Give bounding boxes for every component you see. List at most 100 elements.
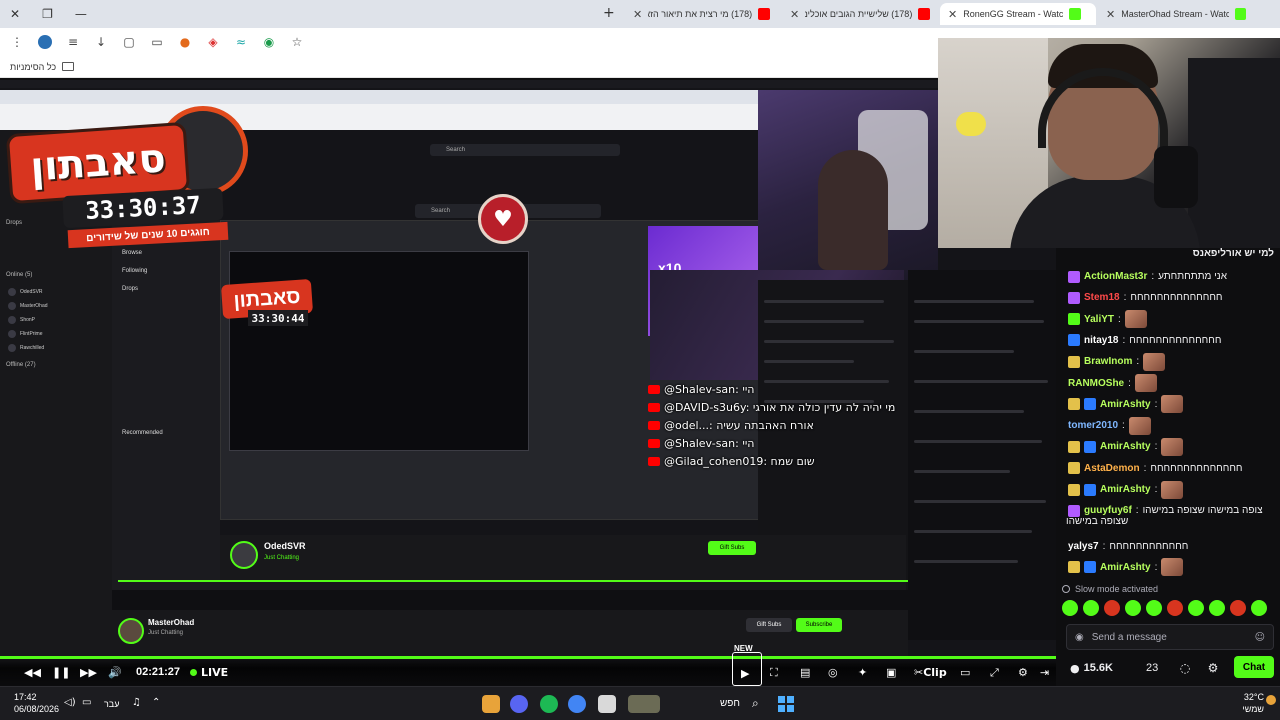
emote-icon[interactable] [1104, 600, 1120, 616]
chat-badge-icon [1068, 313, 1080, 326]
screen: ✕ ❐ — + ✕ (178) מי רצית את תיאור הזאת ✕ … [0, 0, 1280, 720]
reading-list-icon[interactable]: ≡ [66, 35, 80, 49]
forward-icon[interactable]: ▶▶ [80, 666, 97, 679]
extension-orange-icon[interactable]: ● [178, 35, 192, 49]
emoji-icon[interactable]: ☺ [1255, 632, 1265, 643]
profile-icon[interactable] [38, 35, 52, 49]
video-player[interactable]: Drops Online (5) OdedSVR MasterOhad Shon… [0, 80, 1056, 686]
close-tab-icon[interactable]: ✕ [948, 8, 957, 21]
tab-title: MasterOhad Stream - Watch Live on Kick [1121, 9, 1229, 19]
youtube-icon [648, 456, 660, 466]
theater-icon[interactable]: ▭ [960, 666, 970, 679]
chat-username[interactable]: AmirAshty [1100, 562, 1151, 573]
mic-icon[interactable]: ♫ [132, 697, 141, 708]
chat-username[interactable]: RANMOShe [1068, 378, 1124, 389]
crop-icon[interactable]: ⛶ [770, 666, 778, 680]
chat-username[interactable]: AstaDemon [1084, 463, 1140, 474]
close-tab-icon[interactable]: ✕ [633, 8, 642, 21]
chat-username[interactable]: YaliYT [1084, 314, 1114, 325]
bookmark-star-icon[interactable]: ☆ [290, 35, 304, 49]
close-tab-icon[interactable]: ✕ [790, 8, 799, 21]
search-highlight-icon[interactable] [628, 695, 660, 713]
tab-youtube-1[interactable]: ✕ (178) שלישיית הגובים אוכלים ג... [782, 3, 938, 25]
pip-icon[interactable]: ▣ [886, 666, 896, 679]
restore-window-icon[interactable]: ❐ [42, 7, 53, 21]
sparkle-icon[interactable]: ✦ [858, 666, 867, 679]
emote-icon[interactable] [1125, 600, 1141, 616]
chat-username[interactable]: Stem18 [1084, 292, 1120, 303]
clock[interactable]: 17:42 06/08/2026 [14, 691, 59, 715]
new-feature-highlight[interactable]: ▶ [732, 652, 762, 686]
rewind-icon[interactable]: ◀◀ [24, 666, 41, 679]
chat-username[interactable]: ActionMast3r [1084, 271, 1147, 282]
close-tab-icon[interactable]: ✕ [1106, 8, 1115, 21]
search-icon[interactable]: ⌕ [752, 696, 759, 711]
chat-settings-icon[interactable]: ◉ [1075, 632, 1084, 643]
new-tab-button[interactable]: + [603, 5, 615, 21]
volume-icon[interactable]: 🔊 [108, 666, 122, 679]
chat-username[interactable]: nitay18 [1084, 335, 1118, 346]
speaker-icon[interactable]: ◁) [64, 697, 76, 708]
file-explorer-icon[interactable] [598, 695, 616, 713]
fullscreen-icon[interactable]: ⤢ [990, 666, 999, 680]
spotify-icon[interactable] [540, 695, 558, 713]
minimize-window-icon[interactable]: — [75, 7, 87, 21]
language-indicator[interactable]: עבר [104, 699, 119, 709]
chrome-icon[interactable] [568, 695, 586, 713]
clock-time: 17:42 [14, 692, 37, 702]
cast-icon[interactable]: ▭ [150, 35, 164, 49]
windows-start-icon[interactable] [778, 696, 794, 712]
extension-teal-icon[interactable]: ≈ [234, 35, 248, 49]
clip-icon: ✂ [914, 666, 924, 679]
chat-username[interactable]: tomer2010 [1068, 420, 1118, 431]
settings-icon[interactable]: ⚙ [1206, 661, 1220, 675]
emote-icon[interactable] [1083, 600, 1099, 616]
chat-text: חחחחחחחחחחחחחח [1150, 462, 1243, 474]
emote-icon[interactable] [1230, 600, 1246, 616]
download-icon[interactable]: ↓ [94, 35, 108, 49]
emote-icon[interactable] [1209, 600, 1225, 616]
all-bookmarks-label[interactable]: כל הסימניות [10, 62, 56, 72]
emote-icon[interactable] [1062, 600, 1078, 616]
expand-icon[interactable]: ⇥ [1040, 666, 1049, 679]
pause-icon[interactable]: ❚❚ [52, 666, 70, 679]
extension-green-icon[interactable]: ◉ [262, 35, 276, 49]
emote-quickbar[interactable] [1062, 600, 1274, 618]
chat-separator: : [1128, 377, 1131, 389]
app-icon-1[interactable] [482, 695, 500, 713]
network-icon[interactable]: ▭ [82, 697, 91, 708]
extension-red-icon[interactable]: ◈ [206, 35, 220, 49]
chat-username[interactable]: AmirAshty [1100, 399, 1151, 410]
chat-username[interactable]: AmirAshty [1100, 484, 1151, 495]
chat-username[interactable]: yalys7 [1068, 541, 1099, 552]
settings-icon[interactable]: ⚙ [1018, 666, 1028, 679]
chat-username[interactable]: AmirAshty [1100, 441, 1151, 452]
nested-streamer-name: OdedSVR [264, 541, 306, 551]
tab-ronengg[interactable]: ✕ RonenGG Stream - Watch Live on Kick [940, 3, 1096, 25]
avatar [118, 618, 144, 644]
menu-dots-icon[interactable]: ⋮ [10, 35, 24, 49]
emote-icon[interactable] [1251, 600, 1267, 616]
taskbar-search-label[interactable]: חפש [720, 698, 740, 709]
stats-icon[interactable]: ▤ [800, 666, 810, 679]
emote-icon[interactable] [1167, 600, 1183, 616]
chat-panel: למי יש אורליפאנס ActionMast3r: אני מתתחתח… [1056, 248, 1280, 686]
chat-username[interactable]: BrawInom [1084, 356, 1132, 367]
extensions-icon[interactable]: ▢ [122, 35, 136, 49]
chat-bubble-icon[interactable]: ◌ [1178, 661, 1192, 675]
speed-icon[interactable]: ◎ [828, 666, 838, 679]
chat-input[interactable]: ◉ Send a message ☺ [1066, 624, 1274, 650]
clip-button[interactable]: ✂ Clip [914, 666, 947, 679]
chevron-up-icon[interactable]: ⌃ [152, 697, 160, 708]
emote-icon[interactable] [1146, 600, 1162, 616]
discord-icon[interactable] [510, 695, 528, 713]
chat-button[interactable]: Chat [1234, 656, 1274, 678]
live-indicator[interactable]: LIVE [190, 666, 228, 679]
close-window-icon[interactable]: ✕ [10, 7, 20, 21]
tab-youtube-2[interactable]: ✕ (178) מי רצית את תיאור הזאת [625, 3, 778, 25]
weather-widget[interactable]: 32°C שמשי [1222, 691, 1264, 715]
emote-icon[interactable] [1188, 600, 1204, 616]
seek-bar[interactable] [0, 656, 1056, 659]
notification-icon[interactable] [1266, 695, 1276, 705]
tab-masterohad[interactable]: ✕ MasterOhad Stream - Watch Live on Kick [1098, 3, 1254, 25]
